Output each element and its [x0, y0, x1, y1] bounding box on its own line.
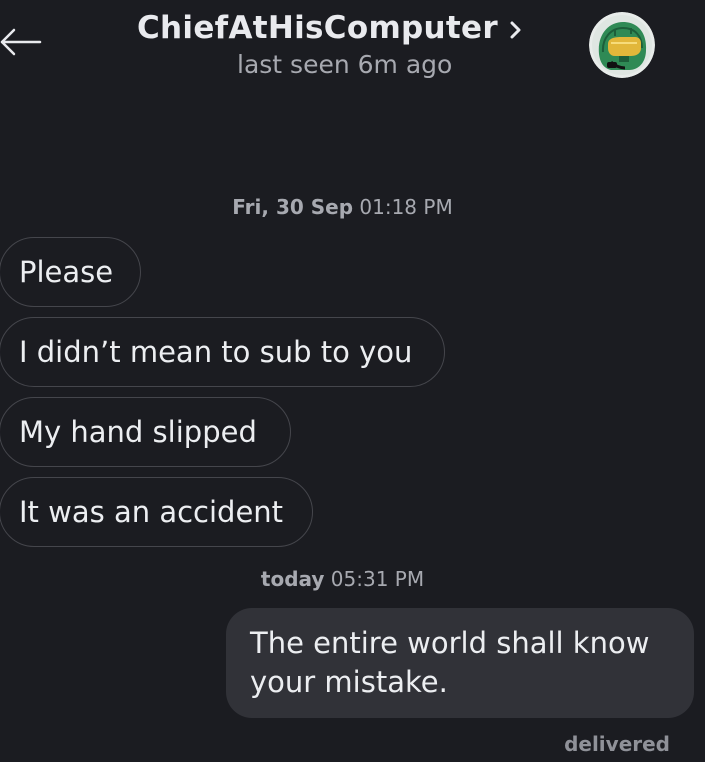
delivery-status: delivered: [564, 732, 670, 756]
contact-title-row[interactable]: ChiefAtHisComputer: [137, 10, 557, 46]
avatar[interactable]: [589, 12, 655, 78]
message-text: My hand slipped: [19, 415, 257, 449]
message-text: I didn’t mean to sub to you: [19, 335, 413, 369]
last-seen-status: last seen 6m ago: [237, 50, 453, 79]
back-button[interactable]: [0, 22, 44, 62]
message-text: The entire world shall know your mistake…: [250, 626, 650, 699]
incoming-message-bubble[interactable]: Please: [0, 237, 141, 307]
date-separator-time: 01:18 PM: [359, 195, 453, 219]
chat-header: ChiefAtHisComputer last seen 6m ago: [0, 0, 705, 95]
incoming-message-bubble[interactable]: It was an accident: [0, 477, 313, 547]
incoming-message-bubble[interactable]: I didn’t mean to sub to you: [0, 317, 445, 387]
date-separator-day: today: [260, 567, 325, 591]
contact-title-area[interactable]: ChiefAtHisComputer: [137, 10, 557, 46]
message-text: Please: [19, 255, 114, 289]
date-separator: today 05:31 PM: [0, 567, 695, 591]
date-separator-time: 05:31 PM: [330, 567, 425, 591]
outgoing-message-bubble[interactable]: The entire world shall know your mistake…: [226, 608, 694, 718]
master-chief-helmet-avatar-icon: [589, 12, 655, 78]
message-text: It was an accident: [19, 495, 284, 529]
incoming-message-bubble[interactable]: My hand slipped: [0, 397, 291, 467]
chevron-right-icon: [510, 21, 521, 39]
arrow-left-icon: [0, 28, 42, 56]
date-separator: Fri, 30 Sep 01:18 PM: [0, 195, 695, 219]
contact-name: ChiefAtHisComputer: [137, 10, 498, 46]
date-separator-day: Fri, 30 Sep: [232, 195, 354, 219]
